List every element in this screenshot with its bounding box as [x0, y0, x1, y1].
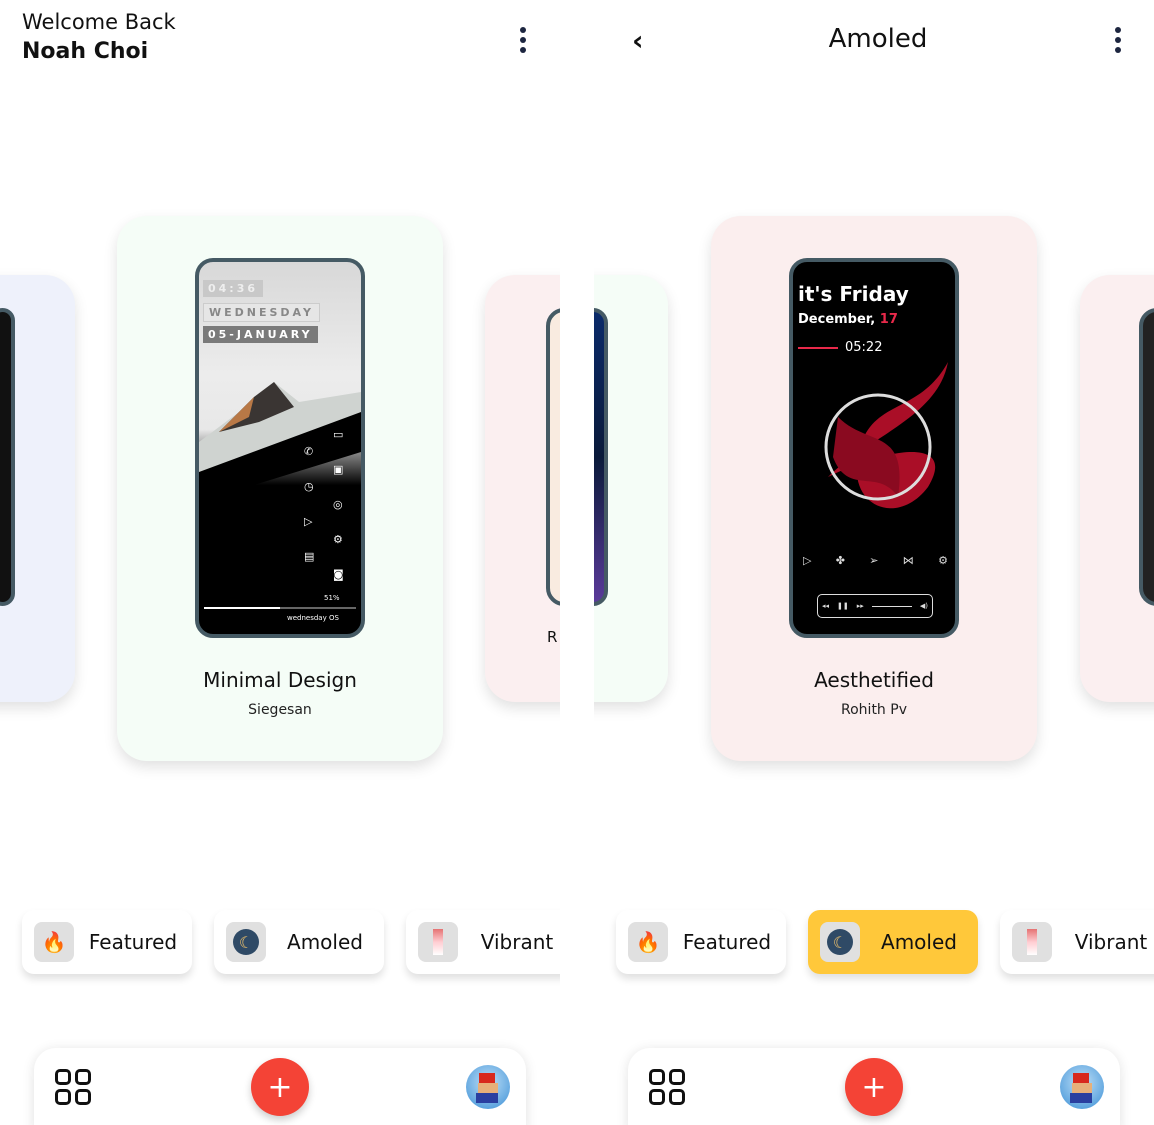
progress-track	[204, 607, 356, 609]
home-screen: Welcome Back Noah Choi 04:36 WEDNESDAY 0…	[0, 0, 560, 1125]
user-name: Noah Choi	[22, 39, 149, 64]
app-icons-row: ▷ ✤ ➢ ⋈ ⚙	[803, 554, 948, 567]
greeting: Welcome Back	[22, 10, 176, 34]
chip-amoled[interactable]: ☾ Amoled	[214, 910, 384, 974]
date-text: December, 17	[798, 312, 898, 327]
fire-icon: 🔥	[628, 922, 668, 962]
volume-icon: ◀)	[919, 602, 928, 610]
theme-card-partial[interactable]	[594, 275, 668, 702]
date-label: 05-JANUARY	[203, 326, 318, 343]
category-screen: ‹ Amoled it's Friday December, 17 05:22 …	[594, 0, 1154, 1125]
chrome-icon: ◎	[333, 498, 343, 511]
theme-title: R	[547, 628, 558, 646]
chip-vibrant[interactable]: Vibrant	[406, 910, 560, 974]
phone-icon: ✆	[304, 445, 314, 458]
play-store-icon: ▷	[304, 515, 313, 528]
chip-featured[interactable]: 🔥 Featured	[616, 910, 786, 974]
moon-icon: ☾	[820, 922, 860, 962]
chip-label: Vibrant	[480, 930, 554, 954]
theme-preview	[1139, 308, 1154, 606]
theme-preview: 04:36 WEDNESDAY 05-JANUARY ▭ ✆ ▣ ◷ ◎ ▷ ⚙…	[195, 258, 365, 638]
clock-text: 05:22	[845, 340, 883, 355]
chip-label: Vibrant	[1074, 930, 1148, 954]
chip-label: Featured	[682, 930, 772, 954]
chip-label: Amoled	[287, 930, 363, 954]
more-options-icon[interactable]	[1112, 27, 1124, 53]
grid-icon[interactable]	[649, 1069, 685, 1105]
fan-icon: ✤	[835, 554, 845, 567]
clock-label: 04:36	[203, 280, 264, 297]
theme-preview	[594, 308, 608, 606]
gallery-icon: ▣	[333, 463, 344, 476]
bottom-nav: +	[628, 1048, 1120, 1125]
pause-icon: ❚❚	[837, 602, 849, 610]
theme-preview: it's Friday December, 17 05:22 ▷ ✤ ➢ ⋈ ⚙ ◂◂ ❚…	[789, 258, 959, 638]
chip-amoled[interactable]: ☾ Amoled	[808, 910, 978, 974]
more-options-icon[interactable]	[517, 27, 529, 53]
avatar[interactable]	[1060, 1065, 1104, 1109]
theme-card-partial[interactable]	[1080, 275, 1154, 702]
palette-icon	[1012, 922, 1052, 962]
headline-text: it's Friday	[798, 282, 909, 306]
theme-card-partial[interactable]	[0, 275, 75, 702]
chip-label: Featured	[88, 930, 178, 954]
settings-icon: ⚙	[938, 554, 948, 567]
clock-icon: ◷	[304, 480, 314, 493]
chip-vibrant[interactable]: Vibrant	[1000, 910, 1154, 974]
messages-icon: ▤	[304, 550, 315, 563]
fire-icon: 🔥	[34, 922, 74, 962]
theme-author: Rohith Pv	[841, 702, 907, 718]
chip-label: Amoled	[881, 930, 957, 954]
theme-preview	[546, 308, 560, 606]
camera-icon: ◙	[333, 568, 344, 581]
settings-icon: ⚙	[333, 533, 343, 546]
theme-card-aesthetified[interactable]: it's Friday December, 17 05:22 ▷ ✤ ➢ ⋈ ⚙ ◂◂ ❚…	[711, 216, 1037, 761]
send-icon: ➢	[869, 554, 879, 567]
abstract-art-image	[824, 362, 948, 509]
bottom-nav: +	[34, 1048, 526, 1125]
forward-icon: ▸▸	[856, 602, 864, 610]
play-icon: ▷	[803, 554, 812, 567]
theme-preview	[0, 308, 15, 606]
theme-author: Siegesan	[248, 702, 312, 718]
rewind-icon: ◂◂	[822, 602, 830, 610]
day-label: WEDNESDAY	[203, 303, 320, 322]
youtube-icon: ▭	[333, 428, 344, 441]
add-button[interactable]: +	[251, 1058, 309, 1116]
grid-icon[interactable]	[55, 1069, 91, 1105]
theme-card-minimal-design[interactable]: 04:36 WEDNESDAY 05-JANUARY ▭ ✆ ▣ ◷ ◎ ▷ ⚙…	[117, 216, 443, 761]
moon-icon: ☾	[226, 922, 266, 962]
battery-text: 51%	[324, 594, 340, 602]
chip-featured[interactable]: 🔥 Featured	[22, 910, 192, 974]
os-footer-text: wednesday OS	[287, 614, 339, 622]
media-player: ◂◂ ❚❚ ▸▸ ◀)	[817, 594, 933, 618]
avatar[interactable]	[466, 1065, 510, 1109]
page-title: Amoled	[828, 24, 928, 54]
theme-title: Aesthetified	[814, 668, 934, 692]
bowtie-icon: ⋈	[902, 554, 914, 567]
accent-line	[798, 347, 838, 349]
palette-icon	[418, 922, 458, 962]
theme-title: Minimal Design	[203, 668, 357, 692]
add-button[interactable]: +	[845, 1058, 903, 1116]
theme-card-partial[interactable]: R	[485, 275, 560, 702]
